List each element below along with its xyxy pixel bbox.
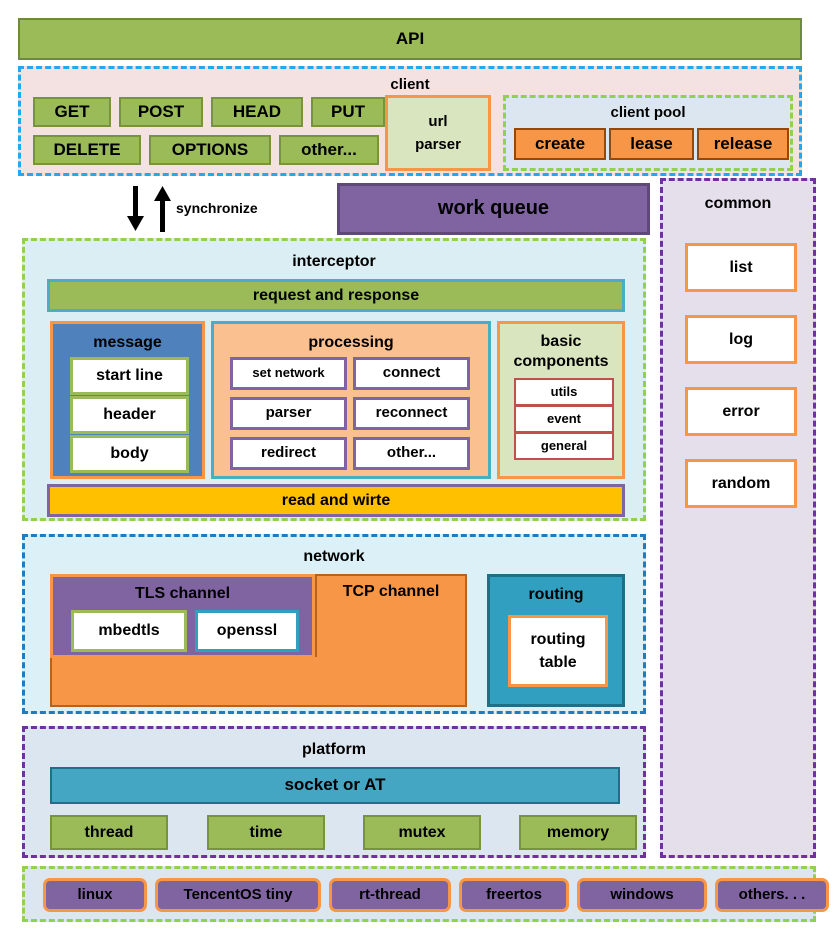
basic-components-title: basic components: [513, 333, 609, 370]
message-title: message: [93, 334, 162, 352]
network-section: network TCP channel TLS channel mbedtls …: [22, 534, 646, 714]
synchronize-group: synchronize: [120, 186, 310, 236]
os-item-tencentos-tiny[interactable]: TencentOS tiny: [155, 878, 321, 912]
processing-item-redirect[interactable]: redirect: [230, 437, 347, 470]
work-queue-box: work queue: [337, 183, 650, 235]
platform-item-mutex[interactable]: mutex: [363, 815, 481, 850]
common-item-random[interactable]: random: [685, 459, 797, 508]
common-item-error[interactable]: error: [685, 387, 797, 436]
api-layer-bar: API: [18, 18, 802, 60]
processing-title: processing: [308, 334, 394, 352]
method-other-button[interactable]: other...: [279, 135, 379, 165]
basic-item-event[interactable]: event: [514, 405, 614, 433]
work-queue-label: work queue: [437, 197, 550, 220]
message-item-start-line[interactable]: start line: [70, 357, 189, 395]
os-section: linux TencentOS tiny rt-thread freertos …: [22, 866, 829, 922]
method-post-button[interactable]: POST: [119, 97, 203, 127]
common-section: common list log error random: [660, 178, 816, 858]
synchronize-label: synchronize: [176, 200, 258, 216]
arrow-down-icon: [127, 216, 144, 231]
processing-item-parser[interactable]: parser: [230, 397, 347, 430]
client-title: client: [390, 75, 430, 93]
socket-or-at-bar: socket or AT: [50, 767, 620, 804]
url-parser-line2: parser: [415, 136, 461, 153]
method-put-button[interactable]: PUT: [311, 97, 385, 127]
message-item-body[interactable]: body: [70, 435, 189, 473]
client-pool-title: client pool: [610, 103, 686, 121]
interceptor-section: interceptor request and response message…: [22, 238, 646, 521]
arrow-up-icon: [154, 186, 171, 201]
platform-title: platform: [302, 741, 366, 759]
processing-item-set-network[interactable]: set network: [230, 357, 347, 390]
method-head-button[interactable]: HEAD: [211, 97, 303, 127]
os-item-freertos[interactable]: freertos: [459, 878, 569, 912]
tls-channel-group: TLS channel mbedtls openssl: [50, 574, 315, 658]
os-item-linux[interactable]: linux: [43, 878, 147, 912]
tcp-channel-seam: [317, 655, 465, 661]
sync-arrows-svg: [127, 186, 171, 232]
platform-item-time[interactable]: time: [207, 815, 325, 850]
platform-item-memory[interactable]: memory: [519, 815, 637, 850]
basic-item-utils[interactable]: utils: [514, 378, 614, 406]
platform-item-thread[interactable]: thread: [50, 815, 168, 850]
platform-section: platform socket or AT thread time mutex …: [22, 726, 646, 858]
client-section: client GET POST HEAD PUT DELETE OPTIONS …: [18, 66, 802, 176]
tcp-channel-box-lower: [50, 657, 467, 707]
routing-table-line1: routing: [530, 630, 586, 648]
pool-create-button[interactable]: create: [514, 128, 606, 160]
common-title: common: [704, 195, 772, 213]
os-item-windows[interactable]: windows: [577, 878, 707, 912]
routing-table-box[interactable]: routing table: [508, 615, 608, 687]
message-group: message start line header body: [50, 321, 205, 479]
request-response-bar: request and response: [47, 279, 625, 312]
method-options-button[interactable]: OPTIONS: [149, 135, 271, 165]
basic-item-general[interactable]: general: [514, 432, 614, 460]
processing-item-other[interactable]: other...: [353, 437, 470, 470]
common-item-list[interactable]: list: [685, 243, 797, 292]
url-parser-box[interactable]: url parser: [385, 95, 491, 171]
os-item-rt-thread[interactable]: rt-thread: [329, 878, 451, 912]
processing-item-reconnect[interactable]: reconnect: [353, 397, 470, 430]
basic-components-group: basic components utils event general: [497, 321, 625, 479]
tcp-channel-title: TCP channel: [342, 583, 440, 601]
routing-title: routing: [528, 586, 584, 604]
routing-group: routing routing table: [487, 574, 625, 707]
method-get-button[interactable]: GET: [33, 97, 111, 127]
common-item-log[interactable]: log: [685, 315, 797, 364]
client-pool-group: client pool create lease release: [503, 95, 793, 171]
routing-table-line2: table: [539, 654, 577, 671]
interceptor-title: interceptor: [292, 253, 376, 271]
read-write-bar: read and wirte: [47, 484, 625, 517]
tls-item-mbedtls[interactable]: mbedtls: [71, 610, 187, 652]
message-item-header[interactable]: header: [70, 396, 189, 434]
pool-release-button[interactable]: release: [697, 128, 789, 160]
pool-lease-button[interactable]: lease: [609, 128, 694, 160]
network-title: network: [303, 548, 365, 566]
tls-item-openssl[interactable]: openssl: [195, 610, 299, 652]
url-parser-line1: url: [428, 112, 448, 130]
api-label: API: [395, 28, 425, 48]
tls-channel-title: TLS channel: [134, 585, 231, 603]
os-item-others[interactable]: others. . .: [715, 878, 829, 912]
processing-item-connect[interactable]: connect: [353, 357, 470, 390]
processing-group: processing set network connect parser re…: [211, 321, 491, 479]
method-delete-button[interactable]: DELETE: [33, 135, 141, 165]
